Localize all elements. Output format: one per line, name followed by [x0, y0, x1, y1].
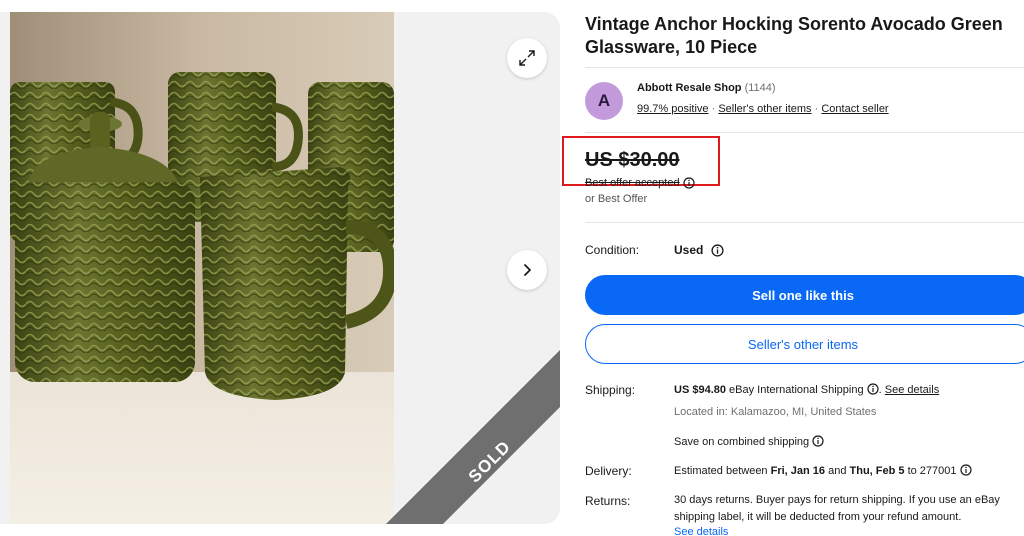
returns-see-details-link[interactable]: See details: [674, 526, 728, 536]
offer-status: Best offer accepted: [585, 177, 695, 189]
delivery-estimate: Estimated between Fri, Jan 16 and Thu, F…: [674, 464, 972, 477]
separator: ·: [711, 103, 716, 115]
shipping-cost-line: US $94.80 eBay International Shipping . …: [674, 383, 940, 396]
delivery-suffix: to 277001: [904, 465, 957, 477]
separator: ·: [814, 103, 819, 115]
divider: [585, 67, 1024, 68]
seller-card: A Abbott Resale Shop (1144) 99.7% positi…: [585, 80, 1024, 124]
returns-line-1: 30 days returns. Buyer pays for return s…: [674, 494, 1000, 506]
seller-feedback-count: (1144): [744, 82, 776, 94]
info-icon[interactable]: [867, 383, 879, 395]
divider: [585, 222, 1024, 223]
delivery-label: Delivery:: [585, 464, 632, 478]
returns-label: Returns:: [585, 494, 631, 508]
image-gallery: SOLD: [0, 12, 560, 524]
shipping-amount: US $94.80: [674, 384, 726, 396]
item-location: Located in: Kalamazoo, MI, United States: [674, 406, 877, 418]
shipping-label: Shipping:: [585, 383, 636, 397]
expand-icon: [519, 50, 535, 66]
offer-status-text: Best offer accepted: [585, 177, 680, 189]
or-best-offer: or Best Offer: [585, 193, 648, 205]
condition-label: Condition:: [585, 243, 640, 257]
expand-button[interactable]: [507, 38, 547, 78]
shipping-see-details-link[interactable]: See details: [885, 384, 939, 396]
item-price: US $30.00: [585, 149, 680, 171]
delivery-date-to: Thu, Feb 5: [849, 465, 905, 477]
sell-one-like-this-button[interactable]: Sell one like this: [585, 275, 1024, 315]
seller-positive-link[interactable]: 99.7% positive: [637, 103, 709, 115]
contact-seller-link[interactable]: Contact seller: [821, 103, 888, 115]
info-icon[interactable]: [682, 177, 695, 189]
seller-name-line: Abbott Resale Shop (1144): [637, 82, 776, 94]
seller-links: 99.7% positive · Seller's other items · …: [637, 103, 889, 115]
sold-label: SOLD: [464, 436, 515, 487]
combined-shipping: Save on combined shipping: [674, 435, 824, 448]
delivery-and: and: [825, 465, 850, 477]
chevron-right-icon: [524, 264, 531, 276]
combined-shipping-text: Save on combined shipping: [674, 436, 810, 448]
sellers-other-items-button[interactable]: Seller's other items: [585, 324, 1024, 364]
avatar[interactable]: A: [585, 82, 623, 120]
condition-value-text: Used: [674, 243, 704, 257]
info-icon[interactable]: [959, 464, 972, 476]
next-image-button[interactable]: [507, 250, 547, 290]
delivery-prefix: Estimated between: [674, 465, 771, 477]
seller-name[interactable]: Abbott Resale Shop: [637, 82, 742, 94]
item-details-panel: Vintage Anchor Hocking Sorento Avocado G…: [562, 0, 1024, 536]
returns-line-2: shipping label, it will be deducted from…: [674, 511, 962, 523]
condition-value: Used: [674, 243, 724, 257]
divider: [585, 132, 1024, 133]
product-photo[interactable]: [10, 12, 394, 524]
listing-title: Vintage Anchor Hocking Sorento Avocado G…: [585, 14, 1003, 57]
info-icon[interactable]: [812, 435, 824, 447]
info-icon[interactable]: [711, 243, 724, 257]
seller-other-items-link[interactable]: Seller's other items: [718, 103, 811, 115]
shipping-method: eBay International Shipping: [725, 384, 867, 396]
delivery-date-from: Fri, Jan 16: [770, 465, 826, 477]
